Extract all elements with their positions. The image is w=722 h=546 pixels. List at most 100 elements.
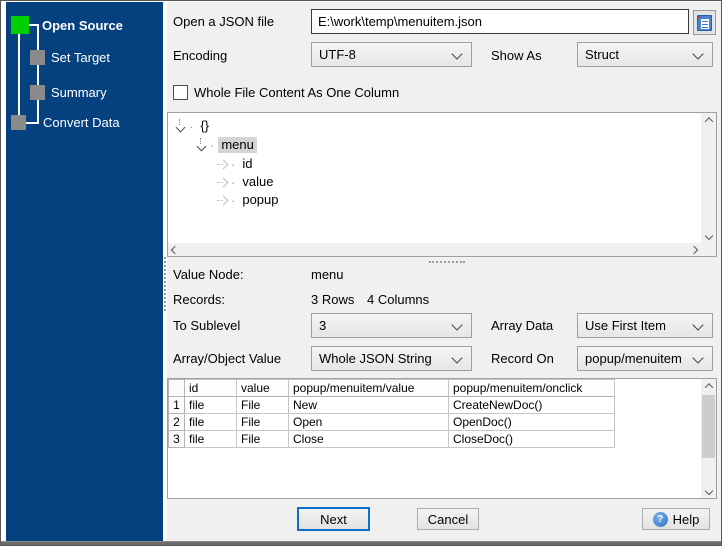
window-bottom-edge	[1, 541, 721, 545]
scroll-down-icon[interactable]	[701, 229, 716, 243]
whole-file-checkbox-label: Whole File Content As One Column	[194, 85, 400, 100]
cell[interactable]: CreateNewDoc()	[448, 396, 615, 414]
records-rows-value: 3 Rows	[311, 292, 355, 307]
next-button[interactable]: Next	[297, 507, 370, 531]
tree-node-label-selected[interactable]: menu	[218, 137, 257, 153]
array-data-label: Array Data	[491, 318, 554, 333]
data-preview-grid: id value popup/menuitem/value popup/menu…	[168, 379, 615, 448]
cancel-button[interactable]: Cancel	[417, 508, 479, 530]
array-data-selected-value: Use First Item	[585, 318, 666, 333]
data-preview-panel: id value popup/menuitem/value popup/menu…	[167, 378, 717, 499]
value-node-label: Value Node:	[173, 267, 244, 282]
step-indicator-summary[interactable]	[30, 85, 45, 100]
cell[interactable]: Open	[288, 413, 449, 431]
vertical-splitter-grip[interactable]	[164, 257, 166, 311]
tree-node-value[interactable]: · value	[216, 173, 276, 191]
row-number: 2	[168, 413, 185, 431]
cell[interactable]: file	[184, 430, 237, 448]
expanded-twisty-icon[interactable]	[195, 138, 208, 152]
help-button-label: Help	[672, 511, 700, 527]
tree-node-id[interactable]: · id	[216, 155, 255, 173]
cell[interactable]: CloseDoc()	[448, 430, 615, 448]
cell[interactable]: File	[236, 413, 289, 431]
table-header-row: id value popup/menuitem/value popup/menu…	[168, 379, 615, 397]
sidebar-item-open-source[interactable]: Open Source	[42, 18, 123, 34]
scroll-down-icon[interactable]	[701, 484, 716, 498]
scroll-up-icon[interactable]	[701, 379, 716, 393]
column-header-id[interactable]: id	[184, 379, 237, 397]
row-number: 3	[168, 430, 185, 448]
to-sublevel-selected-value: 3	[319, 318, 327, 333]
column-header-menuitem-value[interactable]: popup/menuitem/value	[288, 379, 449, 397]
tree-node-label[interactable]: id	[239, 156, 255, 172]
scroll-left-icon[interactable]	[168, 243, 182, 256]
table-vertical-scrollbar[interactable]	[701, 379, 716, 498]
help-question-icon: ?	[652, 511, 668, 527]
grid-corner-cell	[168, 379, 185, 397]
tree-node-label[interactable]: value	[239, 174, 276, 190]
help-button[interactable]: ? Help	[642, 508, 710, 530]
array-object-value-label: Array/Object Value	[173, 351, 282, 366]
tree-node-label[interactable]: popup	[239, 192, 281, 208]
record-on-select[interactable]: popup/menuitem	[577, 346, 713, 371]
browse-file-button[interactable]	[693, 10, 716, 35]
cell[interactable]: New	[288, 396, 449, 414]
horizontal-splitter-grip[interactable]	[429, 261, 465, 263]
expanded-twisty-icon[interactable]	[174, 119, 187, 133]
table-row[interactable]: 3 file File Close CloseDoc()	[168, 430, 615, 448]
cell[interactable]: File	[236, 396, 289, 414]
cell[interactable]: File	[236, 430, 289, 448]
step-indicator-set-target[interactable]	[30, 50, 45, 65]
sidebar-item-convert-data[interactable]: Convert Data	[43, 115, 120, 131]
row-number: 1	[168, 396, 185, 414]
step-indicator-convert-data[interactable]	[11, 115, 26, 130]
collapsed-twisty-icon[interactable]	[216, 175, 229, 189]
tree-horizontal-scrollbar[interactable]	[168, 243, 701, 256]
column-header-menuitem-onclick[interactable]: popup/menuitem/onclick	[448, 379, 615, 397]
collapsed-twisty-icon[interactable]	[216, 157, 229, 171]
tree-vertical-scrollbar[interactable]	[701, 113, 716, 243]
show-as-select[interactable]: Struct	[577, 42, 713, 67]
record-on-label: Record On	[491, 351, 554, 366]
tree-node-popup[interactable]: · popup	[216, 191, 282, 209]
scrollbar-thumb[interactable]	[702, 395, 715, 458]
sidebar-item-summary[interactable]: Summary	[51, 85, 107, 101]
cell[interactable]: Close	[288, 430, 449, 448]
to-sublevel-select[interactable]: 3	[311, 313, 472, 338]
table-row[interactable]: 1 file File New CreateNewDoc()	[168, 396, 615, 414]
open-file-label: Open a JSON file	[173, 14, 275, 29]
scrollbar-corner	[701, 243, 716, 256]
step-connector-line	[26, 122, 38, 124]
tree-node-root[interactable]: · {}	[174, 117, 212, 135]
array-object-value-select[interactable]: Whole JSON String	[311, 346, 472, 371]
records-columns-value: 4 Columns	[367, 292, 430, 307]
column-header-value[interactable]: value	[236, 379, 289, 397]
step-indicator-open-source[interactable]	[11, 16, 29, 34]
json-structure-tree: · {} · menu · id · value · popup	[167, 112, 717, 257]
array-data-select[interactable]: Use First Item	[577, 313, 713, 338]
step-connector-line	[37, 24, 39, 124]
cell[interactable]: file	[184, 413, 237, 431]
tree-node-menu[interactable]: · menu	[195, 136, 257, 154]
encoding-select[interactable]: UTF-8	[311, 42, 472, 67]
collapsed-twisty-icon[interactable]	[216, 193, 229, 207]
show-as-label: Show As	[491, 48, 542, 63]
show-as-selected-value: Struct	[585, 47, 619, 62]
json-file-path-input[interactable]	[311, 9, 689, 34]
scroll-up-icon[interactable]	[701, 113, 716, 127]
step-connector-line	[18, 34, 20, 116]
table-row[interactable]: 2 file File Open OpenDoc()	[168, 413, 615, 431]
whole-file-checkbox[interactable]	[173, 85, 188, 100]
scroll-right-icon[interactable]	[687, 243, 701, 256]
value-node-value: menu	[311, 267, 344, 282]
cell[interactable]: file	[184, 396, 237, 414]
wizard-window: Open Source Set Target Summary Convert D…	[0, 0, 722, 546]
record-on-selected-value: popup/menuitem	[585, 351, 682, 366]
encoding-label: Encoding	[173, 48, 228, 63]
array-object-selected-value: Whole JSON String	[319, 351, 432, 366]
records-label: Records:	[173, 292, 226, 307]
to-sublevel-label: To Sublevel	[173, 318, 241, 333]
tree-node-label[interactable]: {}	[197, 118, 212, 134]
cell[interactable]: OpenDoc()	[448, 413, 615, 431]
sidebar-item-set-target[interactable]: Set Target	[51, 50, 110, 66]
